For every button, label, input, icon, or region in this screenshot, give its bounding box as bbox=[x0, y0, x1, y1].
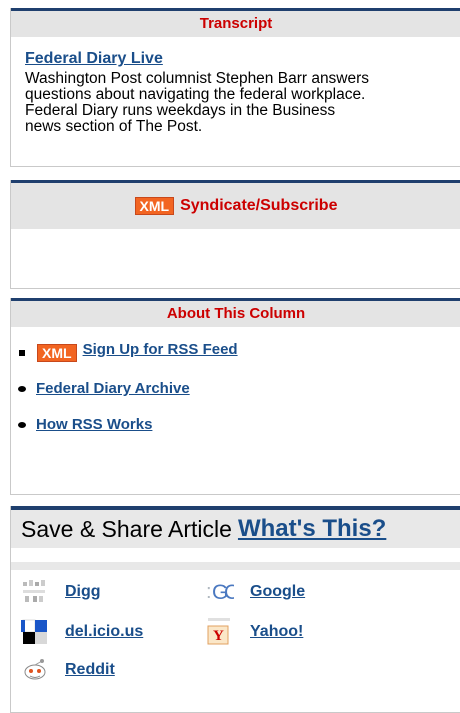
transcript-description: Washington Post columnist Stephen Barr a… bbox=[25, 71, 460, 135]
xml-icon[interactable]: XML bbox=[134, 197, 175, 215]
save-share-title: Save & Share Article bbox=[21, 515, 232, 542]
how-rss-works-link[interactable]: How RSS Works bbox=[36, 416, 152, 433]
share-digg[interactable]: Digg bbox=[21, 578, 101, 606]
delicious-icon[interactable] bbox=[21, 618, 49, 646]
save-share-header: Save & Share Article What's This? bbox=[11, 510, 460, 548]
reddit-link[interactable]: Reddit bbox=[65, 661, 115, 679]
reddit-icon[interactable] bbox=[21, 656, 49, 684]
xml-icon[interactable]: XML bbox=[37, 344, 77, 362]
about-column-header: About This Column bbox=[11, 301, 460, 327]
google-icon[interactable]: : G C bbox=[206, 578, 239, 606]
federal-diary-live-link[interactable]: Federal Diary Live bbox=[25, 50, 163, 68]
about-column-panel: About This Column XML Sign Up for RSS Fe… bbox=[10, 298, 460, 495]
svg-text::: : bbox=[206, 581, 212, 603]
desc-line: news section of The Post. bbox=[25, 118, 203, 135]
sign-up-rss-link[interactable]: Sign Up for RSS Feed bbox=[83, 341, 238, 358]
svg-text:C: C bbox=[224, 581, 234, 604]
share-yahoo[interactable]: Y Yahoo! bbox=[206, 618, 303, 646]
share-google[interactable]: : G C Google bbox=[206, 578, 305, 606]
yahoo-icon[interactable]: Y bbox=[206, 618, 234, 646]
whats-this-link[interactable]: What's This? bbox=[238, 515, 386, 543]
transcript-panel: Transcript Federal Diary Live Washington… bbox=[10, 8, 460, 167]
desc-line: Federal Diary runs weekdays in the Busin… bbox=[25, 102, 336, 119]
bullet-icon bbox=[18, 384, 28, 394]
google-link[interactable]: Google bbox=[250, 583, 305, 601]
digg-link[interactable]: Digg bbox=[65, 583, 101, 601]
share-reddit[interactable]: Reddit bbox=[21, 656, 115, 684]
save-share-panel: Save & Share Article What's This? Digg :… bbox=[10, 506, 460, 713]
svg-text:Y: Y bbox=[213, 628, 224, 644]
syndicate-panel: XML Syndicate/Subscribe bbox=[10, 180, 460, 289]
syndicate-subscribe-label[interactable]: Syndicate/Subscribe bbox=[180, 197, 337, 215]
list-item: How RSS Works bbox=[11, 416, 152, 433]
divider bbox=[11, 562, 460, 570]
digg-icon[interactable] bbox=[21, 578, 49, 606]
transcript-header: Transcript bbox=[11, 11, 460, 37]
federal-diary-archive-link[interactable]: Federal Diary Archive bbox=[36, 380, 190, 397]
yahoo-link[interactable]: Yahoo! bbox=[250, 623, 303, 641]
list-item: XML Sign Up for RSS Feed bbox=[11, 341, 238, 362]
desc-line: questions about navigating the federal w… bbox=[25, 86, 366, 103]
bullet-icon bbox=[18, 420, 28, 430]
share-delicious[interactable]: del.icio.us bbox=[21, 618, 143, 646]
delicious-link[interactable]: del.icio.us bbox=[65, 623, 143, 641]
square-bullet-icon bbox=[19, 350, 25, 356]
desc-line: Washington Post columnist Stephen Barr a… bbox=[25, 71, 370, 87]
syndicate-header[interactable]: XML Syndicate/Subscribe bbox=[11, 183, 460, 229]
list-item: Federal Diary Archive bbox=[11, 380, 190, 397]
